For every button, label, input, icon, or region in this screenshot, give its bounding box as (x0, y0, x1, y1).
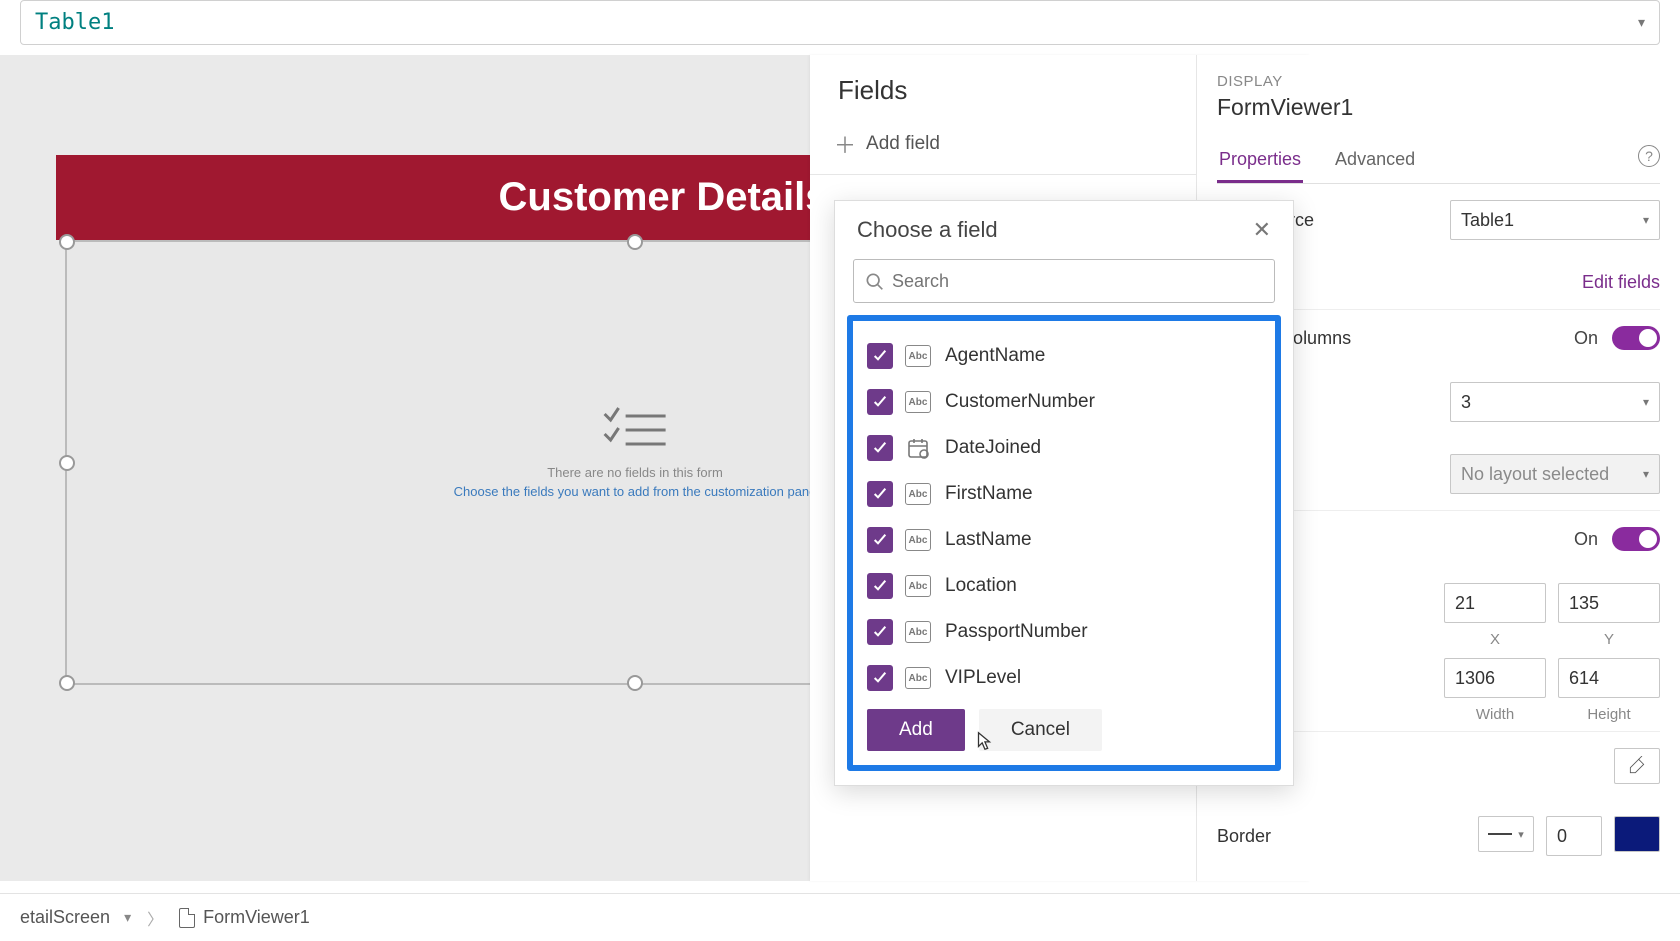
text-type-icon: Abc (905, 345, 931, 367)
label-border: Border (1217, 826, 1478, 847)
resize-handle-bc[interactable] (627, 675, 643, 691)
checkbox[interactable] (867, 343, 893, 369)
checkbox[interactable] (867, 573, 893, 599)
field-item-customernumber[interactable]: Abc CustomerNumber (861, 379, 1267, 425)
sub-width: Width (1444, 706, 1546, 723)
checkbox[interactable] (867, 481, 893, 507)
sub-y: Y (1558, 631, 1660, 648)
props-tabs: Properties Advanced (1217, 141, 1660, 184)
add-field-label: Add field (866, 133, 940, 155)
breadcrumb-seg-2[interactable]: FormViewer1 (169, 907, 320, 928)
field-item-firstname[interactable]: Abc FirstName (861, 471, 1267, 517)
resize-handle-tc[interactable] (627, 234, 643, 250)
input-height[interactable]: 614 (1558, 658, 1660, 698)
toggle-state: On (1574, 328, 1598, 349)
field-label: VIPLevel (945, 667, 1021, 689)
input-border-width[interactable]: 0 (1546, 816, 1602, 856)
fields-title: Fields (838, 75, 907, 106)
checkbox[interactable] (867, 619, 893, 645)
resize-handle-bl[interactable] (59, 675, 75, 691)
text-type-icon: Abc (905, 483, 931, 505)
text-type-icon: Abc (905, 621, 931, 643)
input-pos-x[interactable]: 21 (1444, 583, 1546, 623)
selected-object-name: FormViewer1 (1217, 94, 1660, 121)
select-columns[interactable]: 3 (1450, 382, 1660, 422)
date-type-icon (905, 437, 931, 459)
tab-advanced[interactable]: Advanced (1333, 141, 1417, 183)
close-icon[interactable]: ✕ (1253, 217, 1271, 243)
field-item-datejoined[interactable]: DateJoined (861, 425, 1267, 471)
text-type-icon: Abc (905, 391, 931, 413)
select-layout[interactable]: No layout selected (1450, 454, 1660, 494)
text-type-icon: Abc (905, 575, 931, 597)
plus-icon: ＋ (834, 128, 856, 160)
add-button[interactable]: Add (867, 709, 965, 751)
sub-x: X (1444, 631, 1546, 648)
choose-title: Choose a field (857, 217, 998, 243)
sub-height: Height (1558, 706, 1660, 723)
help-icon[interactable]: ? (1638, 145, 1660, 167)
field-item-viplevel[interactable]: Abc VIPLevel (861, 655, 1267, 701)
formula-value: Table1 (35, 10, 114, 35)
field-label: LastName (945, 529, 1032, 551)
checkbox[interactable] (867, 389, 893, 415)
form-empty-placeholder: There are no fields in this form Choose … (454, 402, 817, 499)
select-data-source[interactable]: Table1 (1450, 200, 1660, 240)
border-color-swatch[interactable] (1614, 816, 1660, 852)
field-label: CustomerNumber (945, 391, 1095, 413)
field-label: DateJoined (945, 437, 1041, 459)
input-width[interactable]: 1306 (1444, 658, 1546, 698)
formula-bar[interactable]: Table1 ▾ (20, 0, 1660, 45)
checklist-icon (600, 402, 670, 452)
text-type-icon: Abc (905, 529, 931, 551)
breadcrumb: etailScreen ▾ 〉 FormViewer1 (0, 893, 1680, 941)
field-list: Abc AgentName Abc CustomerNumber DateJoi… (847, 315, 1281, 771)
breadcrumb-seg-1[interactable]: etailScreen ▾ (10, 907, 141, 928)
checkbox[interactable] (867, 527, 893, 553)
field-label: Location (945, 575, 1017, 597)
field-label: PassportNumber (945, 621, 1088, 643)
chevron-down-icon[interactable]: ▾ (1638, 14, 1645, 31)
field-label: AgentName (945, 345, 1045, 367)
empty-msg-2[interactable]: Choose the fields you want to add from t… (454, 484, 817, 499)
pane-eyebrow: DISPLAY (1217, 73, 1660, 90)
search-field[interactable] (892, 271, 1264, 292)
field-item-lastname[interactable]: Abc LastName (861, 517, 1267, 563)
search-input[interactable] (853, 259, 1275, 303)
text-type-icon: Abc (905, 667, 931, 689)
field-item-passportnumber[interactable]: Abc PassportNumber (861, 609, 1267, 655)
select-border-style[interactable] (1478, 816, 1534, 852)
search-icon (864, 271, 884, 291)
checkbox[interactable] (867, 665, 893, 691)
choose-field-popup: Choose a field ✕ Abc AgentName Abc Custo… (834, 200, 1294, 786)
toggle-snap[interactable] (1612, 326, 1660, 350)
color-picker[interactable] (1614, 748, 1660, 784)
resize-handle-ml[interactable] (59, 455, 75, 471)
cancel-button[interactable]: Cancel (979, 709, 1102, 751)
tab-properties[interactable]: Properties (1217, 141, 1303, 183)
breadcrumb-label: FormViewer1 (203, 907, 310, 928)
toggle-state: On (1574, 529, 1598, 550)
input-pos-y[interactable]: 135 (1558, 583, 1660, 623)
chevron-down-icon[interactable]: ▾ (124, 909, 131, 926)
page-title: Customer Details (499, 175, 828, 220)
toggle-visible[interactable] (1612, 527, 1660, 551)
edit-fields-link[interactable]: Edit fields (1582, 272, 1660, 293)
checkbox[interactable] (867, 435, 893, 461)
empty-msg-1: There are no fields in this form (454, 465, 817, 480)
field-item-agentname[interactable]: Abc AgentName (861, 333, 1267, 379)
document-icon (179, 908, 195, 928)
field-item-location[interactable]: Abc Location (861, 563, 1267, 609)
breadcrumb-separator: 〉 (141, 906, 169, 930)
breadcrumb-label: etailScreen (20, 907, 110, 928)
field-label: FirstName (945, 483, 1033, 505)
resize-handle-tl[interactable] (59, 234, 75, 250)
